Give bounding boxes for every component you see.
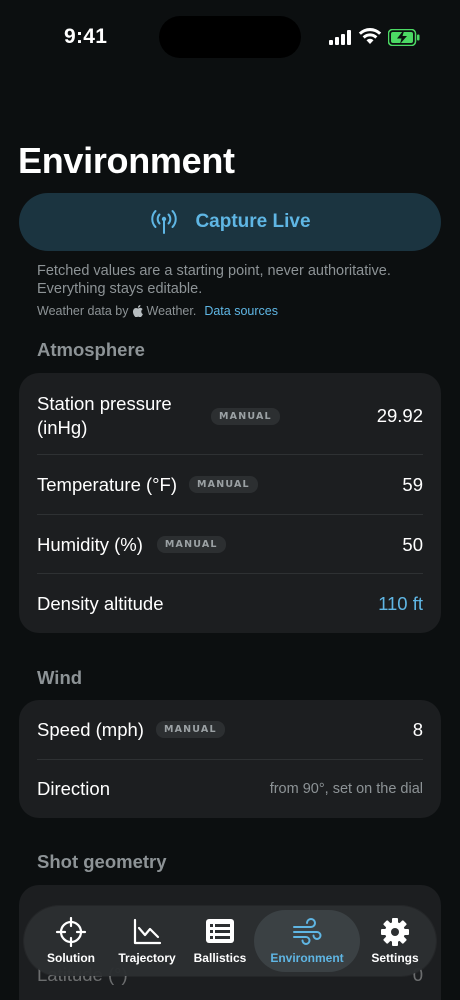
station-pressure-value[interactable]: 29.92 [377, 405, 423, 427]
temperature-value[interactable]: 59 [402, 474, 423, 496]
status-time: 9:41 [64, 25, 108, 48]
humidity-label: Humidity (%) [37, 533, 143, 555]
tab-solution-label: Solution [47, 951, 95, 965]
temperature-row[interactable]: Temperature (°F) MANUAL 59 [37, 455, 423, 514]
manual-badge: MANUAL [155, 721, 225, 738]
tab-ballistics-label: Ballistics [193, 951, 247, 965]
list-icon [206, 919, 234, 943]
manual-badge: MANUAL [189, 476, 258, 493]
data-sources-link[interactable]: Data sources [204, 304, 278, 318]
trajectory-chart-icon [133, 918, 162, 945]
humidity-row[interactable]: Humidity (%) MANUAL 50 [37, 515, 423, 574]
wind-speed-row[interactable]: Speed (mph) MANUAL 8 [37, 700, 423, 759]
weather-attribution: Weather data by Weather. Data sources [37, 304, 278, 318]
dynamic-island [159, 16, 301, 58]
temperature-label: Temperature (°F) [37, 473, 178, 495]
tab-settings[interactable]: Settings [358, 906, 432, 976]
manual-badge: MANUAL [156, 536, 226, 553]
humidity-value[interactable]: 50 [402, 534, 423, 556]
status-bar: 9:41 [0, 0, 460, 75]
cellular-signal-icon [329, 30, 353, 45]
weather-brand: Weather. [146, 304, 197, 318]
wind-speed-label: Speed (mph) [37, 718, 144, 740]
tab-environment-label: Environment [270, 951, 344, 965]
tab-trajectory-label: Trajectory [118, 951, 176, 965]
manual-badge: MANUAL [211, 407, 280, 425]
wind-direction-label: Direction [37, 778, 110, 799]
tab-ballistics[interactable]: Ballistics [184, 906, 256, 976]
battery-charging-icon [388, 29, 420, 46]
capture-live-button[interactable]: Capture Live [19, 193, 441, 251]
page-title: Environment [18, 140, 235, 181]
crosshair-icon [55, 917, 87, 947]
fetched-values-note: Fetched values are a starting point, nev… [37, 263, 391, 297]
wind-card: Speed (mph) MANUAL 8 Direction from 90°,… [19, 700, 441, 818]
wind-speed-value[interactable]: 8 [413, 719, 423, 741]
wind-header: Wind [37, 667, 83, 688]
tab-solution[interactable]: Solution [32, 906, 110, 976]
atmosphere-header: Atmosphere [37, 339, 145, 360]
tab-bar: Solution Trajectory Ballistics Environme… [24, 906, 436, 976]
tab-environment[interactable]: Environment [254, 910, 360, 972]
antenna-broadcast-icon [151, 210, 178, 234]
tab-settings-label: Settings [371, 951, 419, 965]
tab-trajectory[interactable]: Trajectory [110, 906, 184, 976]
wind-icon [293, 918, 322, 945]
density-altitude-label: Density altitude [37, 592, 164, 614]
density-altitude-value: 110 ft [378, 592, 423, 614]
station-pressure-label: Station pressure (inHg) [37, 393, 172, 438]
wind-direction-row[interactable]: Direction from 90°, set on the dial [37, 760, 423, 818]
capture-live-label: Capture Live [195, 211, 311, 232]
wifi-icon [358, 28, 382, 44]
weather-prefix: Weather data by [37, 304, 129, 318]
station-pressure-row[interactable]: Station pressure (inHg) MANUAL 29.92 [37, 389, 423, 443]
gear-icon [381, 918, 409, 946]
shot-geometry-header: Shot geometry [37, 851, 167, 872]
apple-logo-icon [132, 305, 143, 317]
density-altitude-row: Density altitude 110 ft [37, 574, 423, 633]
wind-direction-value: from 90°, set on the dial [269, 781, 423, 797]
atmosphere-card: Station pressure (inHg) MANUAL 29.92 Tem… [19, 373, 441, 633]
